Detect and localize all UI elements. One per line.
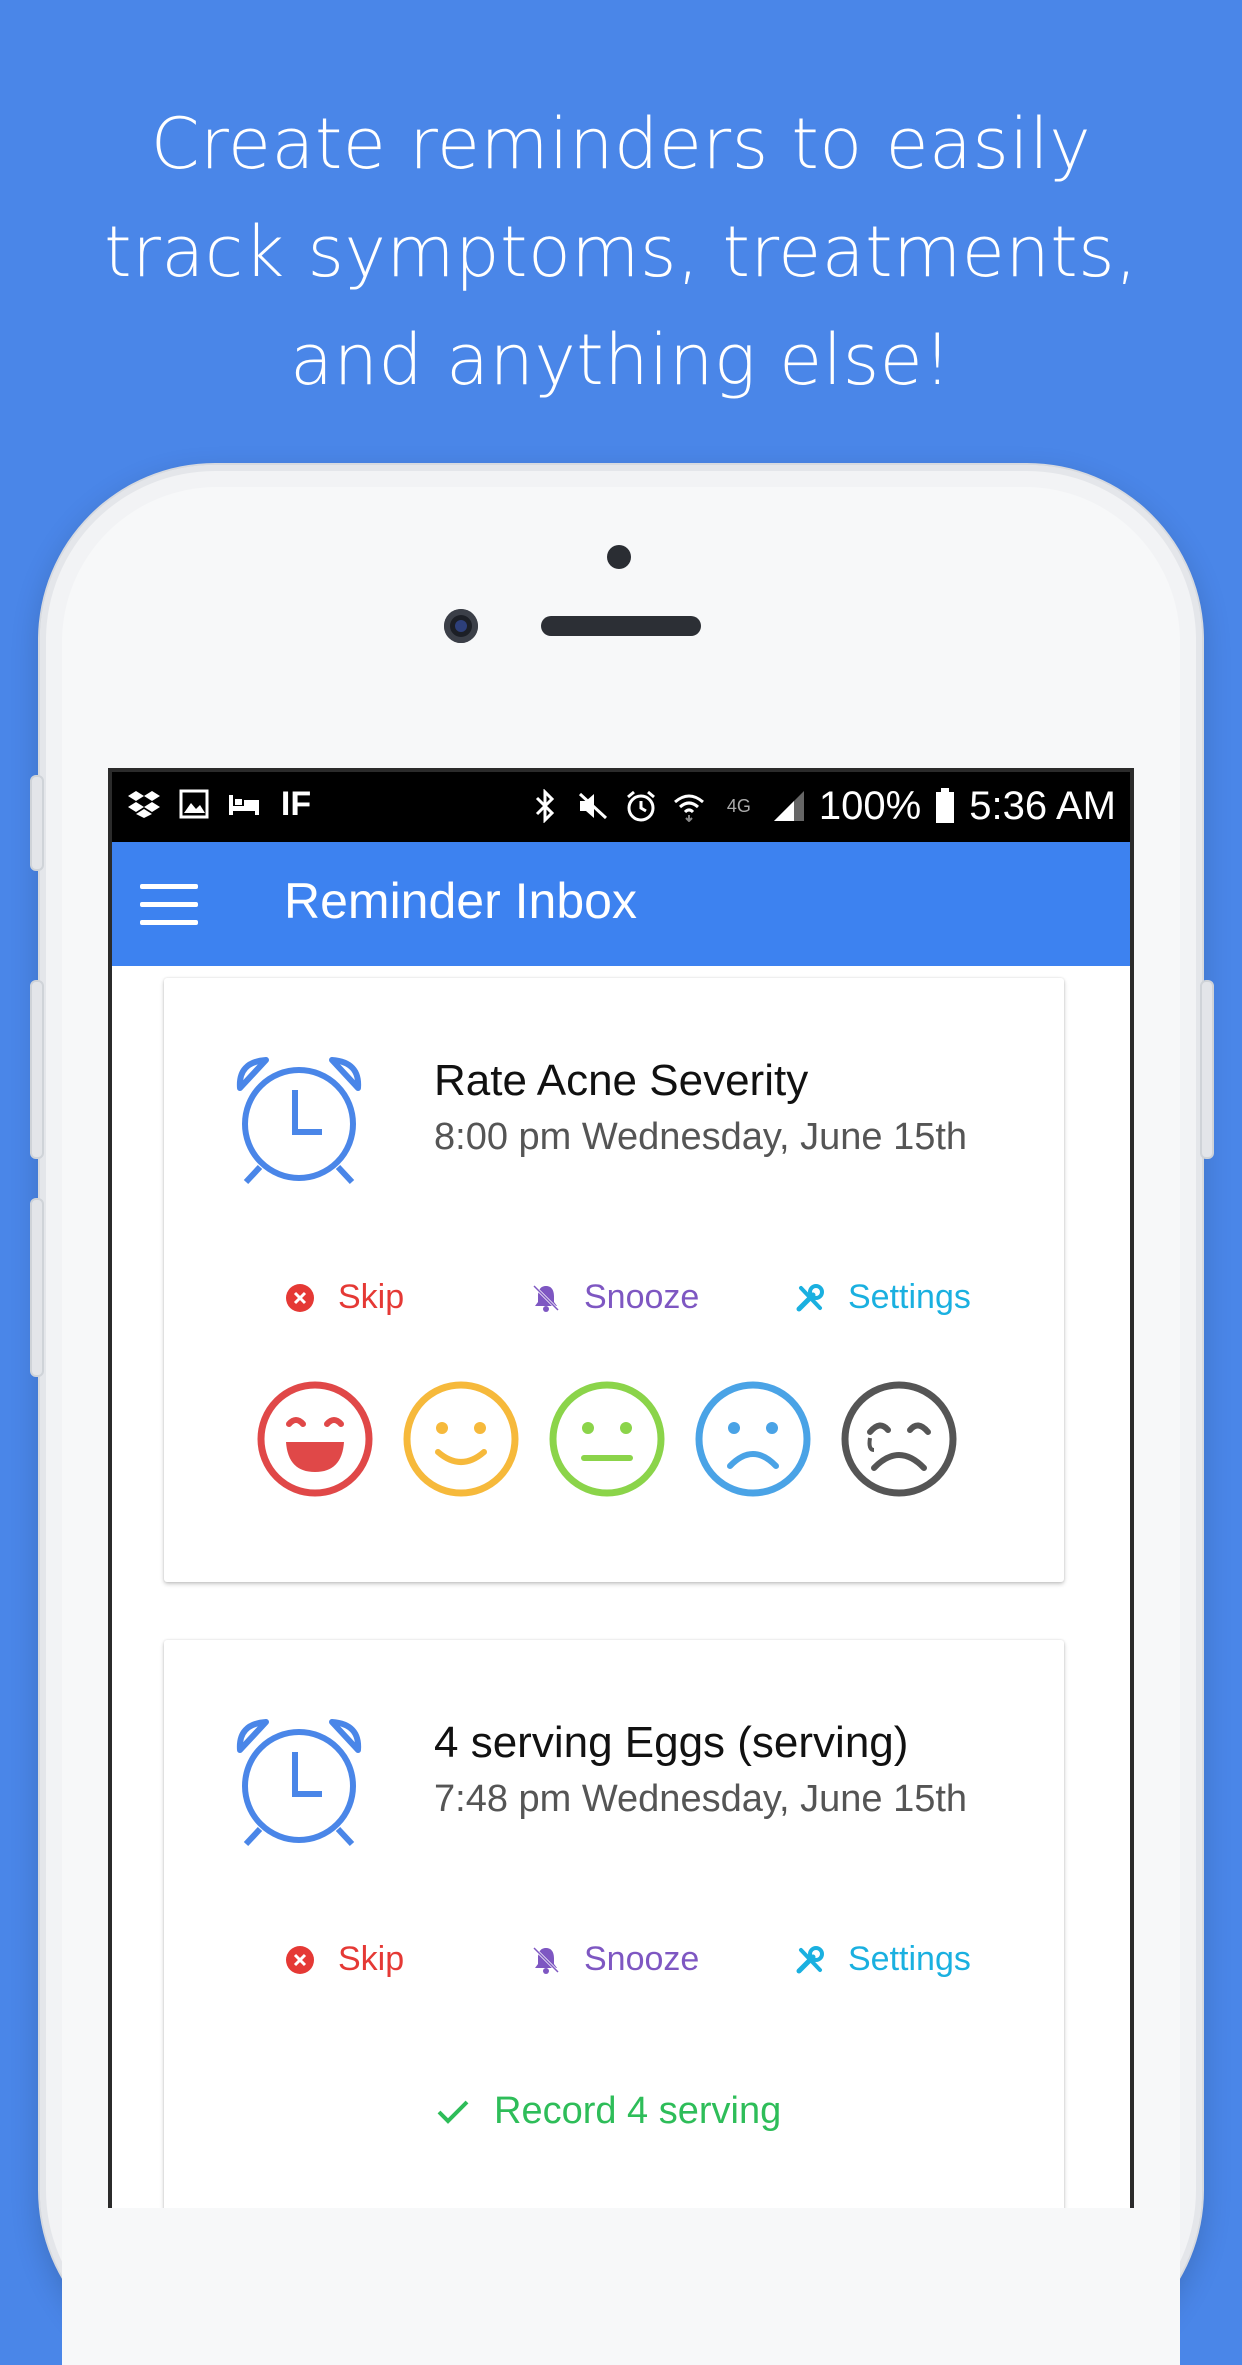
reminder-card: Rate Acne Severity 8:00 pm Wednesday, Ju… — [164, 978, 1064, 1582]
settings-button[interactable]: Settings — [794, 1940, 971, 1979]
clock: 5:36 AM — [969, 783, 1116, 828]
close-circle-icon — [286, 1945, 314, 1974]
bell-off-icon — [532, 1946, 560, 1974]
snooze-label: Snooze — [584, 1940, 700, 1978]
network-4g-icon: 4G — [726, 795, 751, 816]
settings-button[interactable]: Settings — [794, 1278, 971, 1317]
record-label: Record 4 serving — [494, 2090, 782, 2132]
reminder-card: 4 serving Eggs (serving) 7:48 pm Wednesd… — [164, 1640, 1064, 2208]
settings-label: Settings — [848, 1278, 971, 1316]
wifi-icon — [671, 788, 707, 824]
reminder-title: Rate Acne Severity — [434, 1056, 809, 1105]
alarm-status-icon — [623, 788, 659, 824]
phone-side-button-right — [1200, 980, 1214, 1159]
front-camera — [444, 609, 478, 643]
tools-icon — [796, 1283, 824, 1311]
headline-line-3: and anything else! — [290, 319, 952, 401]
very-sad-face-icon[interactable] — [840, 1380, 958, 1498]
bed-icon — [226, 786, 262, 822]
status-bar: IF 4G 100% 5:36 AM — [112, 772, 1130, 842]
happy-face-icon[interactable] — [402, 1380, 520, 1498]
reminder-time: 8:00 pm Wednesday, June 15th — [434, 1116, 968, 1158]
proximity-sensor — [607, 545, 631, 569]
skip-button[interactable]: Skip — [284, 1278, 404, 1317]
reminder-list[interactable]: Rate Acne Severity 8:00 pm Wednesday, Ju… — [112, 966, 1130, 2208]
hamburger-menu-icon[interactable] — [140, 884, 198, 926]
reminder-time: 7:48 pm Wednesday, June 15th — [434, 1778, 968, 1820]
status-right-icons: 4G 100% 5:36 AM — [527, 778, 1116, 834]
snooze-button[interactable]: Snooze — [530, 1940, 699, 1979]
image-icon — [176, 786, 212, 822]
signal-icon — [771, 788, 807, 824]
app-bar: Reminder Inbox — [112, 842, 1130, 966]
skip-label: Skip — [338, 1278, 405, 1316]
check-icon — [437, 2100, 469, 2124]
sad-face-icon[interactable] — [694, 1380, 812, 1498]
mute-icon — [575, 788, 611, 824]
battery-percentage: 100% — [818, 783, 922, 828]
earpiece-speaker — [541, 616, 701, 636]
headline-line-1: Create reminders to easily — [150, 103, 1092, 185]
bluetooth-icon — [527, 788, 563, 824]
status-left-icons: IF — [126, 784, 316, 823]
snooze-label: Snooze — [584, 1278, 700, 1316]
tools-icon — [796, 1945, 824, 1973]
dropbox-icon — [126, 786, 162, 822]
phone-side-button-left-2 — [30, 980, 44, 1159]
app-title: Reminder Inbox — [284, 873, 637, 929]
phone-screen: IF 4G 100% 5:36 AM Reminder Inbox Rate A… — [108, 768, 1134, 2208]
bell-off-icon — [532, 1284, 560, 1312]
skip-button[interactable]: Skip — [284, 1940, 404, 1979]
battery-icon — [933, 788, 957, 824]
headline: Create reminders to easily track symptom… — [0, 90, 1242, 414]
record-button[interactable]: Record 4 serving — [436, 2090, 781, 2133]
rating-faces — [256, 1380, 958, 1498]
ifttt-icon: IF — [280, 784, 312, 823]
phone-side-button-left-3 — [30, 1198, 44, 1377]
close-circle-icon — [286, 1283, 314, 1312]
app-screen: IF 4G 100% 5:36 AM Reminder Inbox Rate A… — [112, 772, 1130, 2208]
settings-label: Settings — [848, 1940, 971, 1978]
very-happy-face-icon[interactable] — [256, 1380, 374, 1498]
snooze-button[interactable]: Snooze — [530, 1278, 699, 1317]
phone-side-button-left-1 — [30, 775, 44, 871]
headline-line-2: track symptoms, treatments, — [104, 211, 1138, 293]
neutral-face-icon[interactable] — [548, 1380, 666, 1498]
alarm-clock-icon — [236, 1719, 362, 1847]
reminder-title: 4 serving Eggs (serving) — [434, 1718, 909, 1767]
alarm-clock-icon — [236, 1057, 362, 1185]
skip-label: Skip — [338, 1940, 405, 1978]
